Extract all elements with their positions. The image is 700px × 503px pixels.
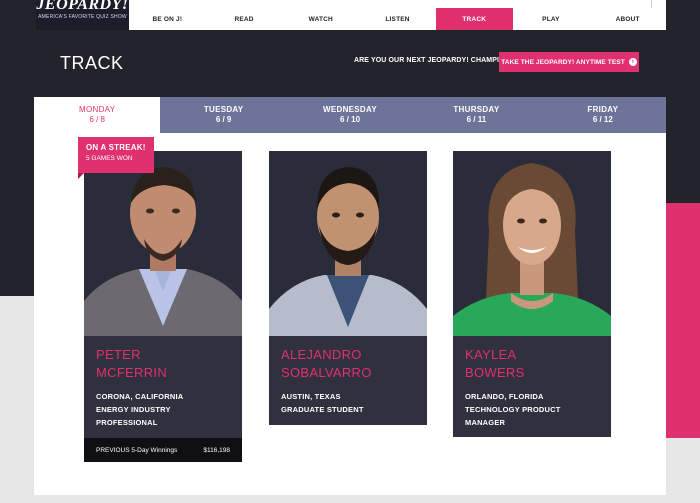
tab-monday[interactable]: MONDAY 6 / 8 (34, 97, 161, 133)
contestant-first-name: KAYLEA (465, 347, 517, 362)
nav-track[interactable]: TRACK (435, 8, 513, 30)
tab-tuesday[interactable]: TUESDAY 6 / 9 (160, 97, 287, 133)
tab-day: THURSDAY (453, 105, 500, 114)
nav-watch[interactable]: WATCH (282, 8, 359, 30)
contestant-location: ORLANDO, FLORIDA (465, 392, 544, 401)
nav-be-on-j[interactable]: BE ON J! (129, 8, 206, 30)
contestant-card-kaylea-bowers[interactable]: KAYLEA BOWERS ORLANDO, FLORIDA TECHNOLOG… (453, 151, 611, 437)
arrow-circle-right-icon: › (628, 58, 637, 66)
contestant-last-name: BOWERS (465, 365, 525, 380)
tab-thursday[interactable]: THURSDAY 6 / 11 (413, 97, 540, 133)
contestant-info: ALEJANDRO SOBALVARRO AUSTIN, TEXAS GRADU… (269, 336, 427, 422)
anytime-test-button[interactable]: TAKE THE JEOPARDY! ANYTIME TEST › (499, 52, 639, 72)
decorative-pink-strip (666, 203, 700, 438)
nav-about[interactable]: ABOUT (589, 8, 666, 30)
logo-wordmark: JEOPARDY! (36, 0, 129, 13)
tab-day: MONDAY (79, 105, 116, 114)
contestant-photo (453, 151, 611, 336)
nav-play[interactable]: PLAY (513, 8, 590, 30)
contestant-last-name: McFERRIN (96, 365, 168, 380)
tab-date: 6 / 8 (89, 115, 105, 124)
day-tabs: MONDAY 6 / 8 TUESDAY 6 / 9 WEDNESDAY 6 /… (34, 97, 667, 133)
tab-date: 6 / 10 (340, 115, 361, 124)
page-title: TRACK (60, 53, 124, 73)
contestant-first-name: ALEJANDRO (281, 347, 362, 362)
streak-badge-subtitle: 5 GAMES WON (86, 155, 133, 162)
contestant-info: KAYLEA BOWERS ORLANDO, FLORIDA TECHNOLOG… (453, 336, 611, 435)
tab-day: FRIDAY (587, 105, 619, 114)
tab-date: 6 / 11 (466, 115, 487, 124)
contestant-info: PETER McFERRIN CORONA, CALIFORNIA ENERGY… (84, 336, 242, 435)
contestant-occupation: GRADUATE STUDENT (281, 405, 364, 414)
contestant-card-alejandro-sobalvarro[interactable]: ALEJANDRO SOBALVARRO AUSTIN, TEXAS GRADU… (269, 151, 427, 425)
anytime-test-label: TAKE THE JEOPARDY! ANYTIME TEST (501, 58, 625, 66)
contestant-occupation-cont: PROFESSIONAL (96, 418, 158, 427)
contestant-first-name: PETER (96, 347, 141, 362)
contestant-last-name: SOBALVARRO (281, 365, 372, 380)
streak-badge-fold (78, 173, 84, 179)
jeopardy-logo[interactable]: JEOPARDY! AMERICA'S FAVORITE QUIZ SHOW (36, 0, 129, 30)
contestant-photo (84, 151, 242, 336)
tab-day: TUESDAY (203, 105, 244, 114)
streak-badge: ON A STREAK! 5 GAMES WON (78, 137, 154, 173)
contestant-photo (269, 151, 427, 336)
champion-question: ARE YOU OUR NEXT JEOPARDY! CHAMPION? (354, 57, 515, 64)
tab-wednesday[interactable]: WEDNESDAY 6 / 10 (286, 97, 414, 133)
tab-friday[interactable]: FRIDAY 6 / 12 (539, 97, 667, 133)
streak-badge-title: ON A STREAK! (86, 143, 146, 152)
nav-listen[interactable]: LISTEN (359, 8, 436, 30)
main-nav: BE ON J! READ WATCH LISTEN TRACK PLAY AB… (129, 8, 666, 30)
logo-tagline: AMERICA'S FAVORITE QUIZ SHOW (38, 14, 127, 20)
winnings-value: $116,198 (203, 446, 230, 454)
contestant-card-peter-mcferrin[interactable]: PETER McFERRIN CORONA, CALIFORNIA ENERGY… (84, 151, 242, 462)
previous-winnings-bar: PREVIOUS 5-Day Winnings $116,198 (84, 438, 242, 462)
contestant-occupation: TECHNOLOGY PRODUCT (465, 405, 561, 414)
tab-date: 6 / 9 (215, 115, 232, 124)
tab-date: 6 / 12 (592, 115, 613, 124)
contestant-occupation: ENERGY INDUSTRY (96, 405, 171, 414)
contestant-location: CORONA, CALIFORNIA (96, 392, 184, 401)
nav-read[interactable]: READ (206, 8, 283, 30)
contestant-location: AUSTIN, TEXAS (281, 392, 341, 401)
winnings-label: PREVIOUS 5-Day Winnings (96, 446, 178, 454)
contestant-occupation-cont: MANAGER (465, 418, 506, 427)
tab-day: WEDNESDAY (323, 105, 377, 114)
